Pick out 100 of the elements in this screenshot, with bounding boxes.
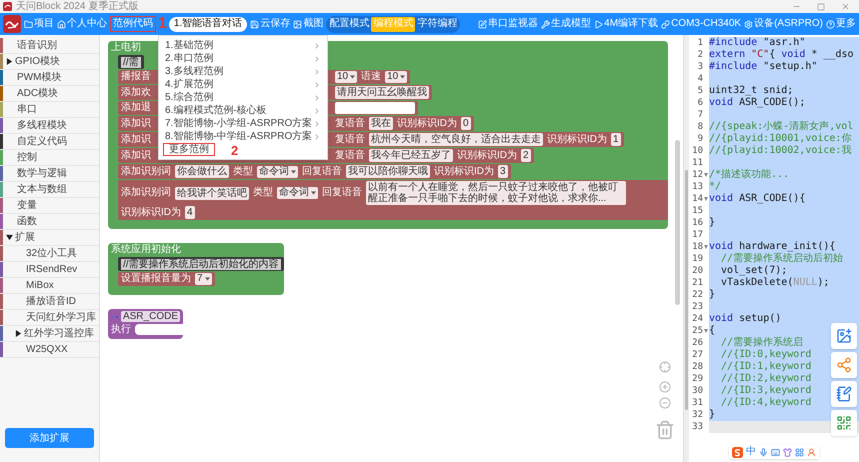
qr-code-button[interactable] [831,410,857,436]
keyboard-icon[interactable] [771,448,780,456]
mic-icon[interactable] [759,448,768,456]
category-item[interactable]: 多线程模块 [17,120,67,130]
shirt-icon[interactable] [783,448,792,456]
block-label: 添加识别词 [121,166,171,176]
close-icon[interactable] [841,2,850,11]
menu-item[interactable]: 4.扩展范例 [159,78,327,91]
text-field[interactable]: 0 [461,117,471,130]
caret-icon [204,277,210,281]
mode-tab[interactable]: 配置模式 [327,16,372,32]
block-label: 回复语音 [322,188,362,198]
text-field[interactable]: 我可以陪你聊天哦 [346,165,430,178]
text-field[interactable]: 给我讲个笑话吧 [175,186,249,200]
zoom-out-icon[interactable] [659,397,671,409]
text-field[interactable]: 杭州今天晴，空气良好，适合出去走走 [369,133,543,146]
menu-item[interactable]: 1.基础范例 [159,39,327,52]
category-item[interactable]: 扩展 [15,232,35,242]
dropdown[interactable]: 命令词 [277,187,318,199]
text-field[interactable]: 我在 [369,117,393,130]
category-item[interactable]: 文本与数组 [17,184,67,194]
menu-item[interactable]: 2.串口范例 [159,52,327,65]
trash-icon[interactable] [655,420,675,440]
category-item[interactable]: 自定义代码 [17,136,67,146]
logo-icon [3,15,21,33]
recenter-icon[interactable] [659,361,671,373]
category-item[interactable]: 函数 [17,216,37,226]
example-field[interactable]: 1.智能语音对话 [168,16,248,32]
category-item[interactable]: 数学与逻辑 [17,168,67,178]
wrench-icon [541,20,550,28]
qr-code-icon [836,415,852,431]
category-item[interactable]: 串口 [17,104,37,114]
text-field[interactable]: 2 [521,149,531,162]
text-field[interactable]: 请用天问五幺唤醒我 [335,86,429,99]
menu-item[interactable]: 6.编程模式范例-核心板 [159,104,327,117]
category-item[interactable]: 32位小工具 [26,248,78,258]
caret-icon[interactable] [6,58,13,65]
text-field[interactable]: 1 [611,133,621,146]
grid-icon[interactable] [795,448,804,456]
share-button[interactable] [831,352,857,378]
block-label: 添加识 [121,134,152,144]
add-image-button[interactable] [831,323,857,349]
comment-field[interactable]: //需要操作系统启动后初始化的内容 [121,258,281,270]
user-icon[interactable] [807,448,816,456]
category-item[interactable]: IRSendRev [26,264,78,274]
category-item[interactable]: 语音识别 [17,40,57,50]
text-field[interactable]: 你会做什么 [175,165,229,178]
category-item[interactable]: 播放语音ID [26,296,76,306]
fold-icon[interactable] [704,329,708,333]
note-button[interactable] [831,381,857,407]
dropdown[interactable]: 命令词 [257,166,298,178]
text-field[interactable]: 以前有一个人在睡觉，然后一只蚊子过来咬他了，他被叮醒正准备一只手啪下去的时候，蚊子对他说，求求你... [366,181,626,205]
maximize-icon[interactable] [817,2,825,10]
fold-icon[interactable] [704,173,708,177]
dropdown[interactable]: 10 [385,71,408,83]
caret-icon[interactable] [6,234,13,241]
block-label: 识别标识ID为 [547,134,607,144]
line-number: 20 [692,266,703,276]
fold-icon[interactable] [704,245,708,249]
block-label: 播报音 [121,72,152,82]
block-label: 添加欢 [121,88,152,98]
menu-item[interactable]: 更多范例 [163,143,215,156]
menu-item[interactable]: 8.智能博物-中学组-ASRPRO方案 [159,130,327,143]
line-number: 19 [692,254,703,264]
text-field[interactable] [335,102,415,114]
mode-tab[interactable]: 字符编程 [415,16,460,32]
line-number: 18 [692,242,703,252]
line-number: 5 [698,86,703,96]
menu-item[interactable]: 7.智能博物-小学组-ASRPRO方案 [159,117,327,130]
annotation-number: 2 [231,144,238,157]
category-item[interactable]: 变量 [17,200,37,210]
comment-field[interactable]: //需 [121,56,141,68]
block-label: 执行 [111,324,131,334]
category-item[interactable]: PWM模块 [17,72,62,82]
input-mode-label[interactable]: 中 [746,447,756,457]
text-field[interactable]: 3 [498,165,508,178]
line-number: 6 [698,98,703,108]
line-number: 22 [692,290,703,300]
text-field[interactable]: 我今年已经五岁了 [369,149,453,162]
dropdown[interactable]: 7 [195,273,212,285]
annotation-number: 1 [158,16,167,32]
caret-icon[interactable] [15,330,22,337]
fold-icon[interactable] [704,197,708,201]
category-item[interactable]: 红外学习遥控库 [24,328,94,338]
menu-item[interactable]: 3.多线程范例 [159,65,327,78]
category-item[interactable]: 控制 [17,152,37,162]
block-label: 类型 [233,166,253,176]
category-item[interactable]: ADC模块 [17,88,58,98]
dropdown[interactable]: 10 [335,71,358,83]
line-number: 7 [698,110,703,120]
category-item[interactable]: MiBox [26,280,54,290]
category-item[interactable]: W25QXX [26,344,68,354]
note-icon [836,386,852,402]
name-field[interactable]: ASR_CODE [120,311,180,322]
menu-item[interactable]: 5.综合范例 [159,91,327,104]
category-item[interactable]: 天问红外学习库 [26,312,96,322]
category-item[interactable]: GPIO模块 [15,56,60,66]
zoom-in-icon[interactable] [659,381,671,393]
line-number: 24 [692,314,703,324]
text-field[interactable]: 4 [185,206,195,219]
